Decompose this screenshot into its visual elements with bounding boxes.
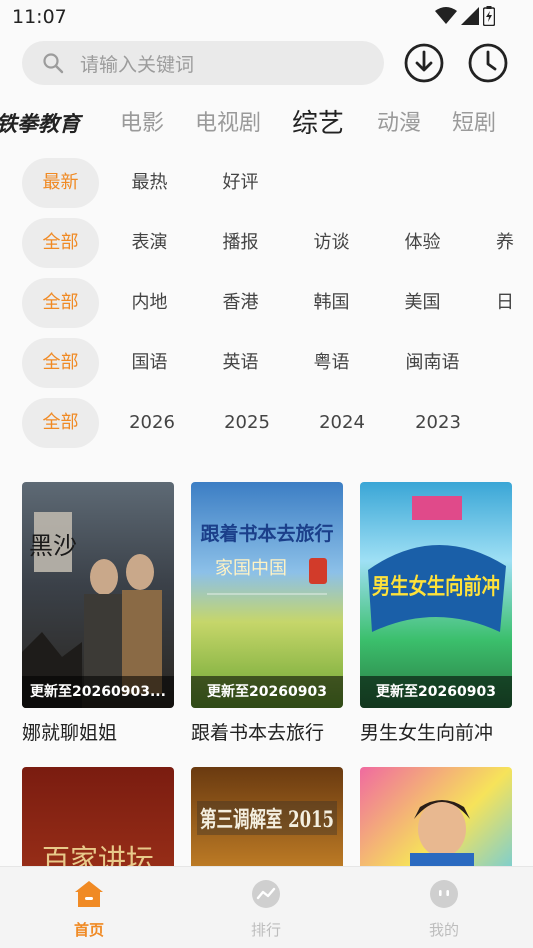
bottom-nav: 首页 排行 我的 [0,866,533,948]
filter-chip[interactable]: 2024 [302,398,382,448]
filter-row-year: 全部 2026 2025 2024 2023 [0,398,533,448]
filter-chip-selected[interactable]: 全部 [22,278,99,328]
battery-icon [483,6,495,26]
filter-chip[interactable]: 英语 [203,338,278,388]
filter-chip[interactable]: 闽南语 [385,338,480,388]
search-placeholder: 请输入关键词 [80,53,195,76]
filter-chip[interactable]: 韩国 [294,278,369,328]
poster-art: 男生女生向前冲 [368,496,506,632]
tab-category-1[interactable]: 电影 [120,106,164,142]
filter-chip[interactable]: 2025 [207,398,287,448]
search-icon [43,53,64,74]
nav-mine[interactable]: 我的 [404,879,484,940]
poster-art: 黑沙 [22,512,162,708]
filter-chip[interactable]: 播报 [203,218,278,268]
filter-chip-selected[interactable]: 最新 [22,158,99,208]
trending-icon [252,880,280,908]
filter-row-sort: 最新 最热 好评 [0,158,533,208]
filter-chip[interactable]: 体验 [385,218,460,268]
tab-category-0[interactable]: 铁拳教育 [0,106,80,142]
filter-chip[interactable]: 国语 [112,338,187,388]
media-card[interactable]: 跟着书本去旅行 家国中国 更新至20260903 跟着书本去旅行 [191,482,343,745]
filter-chip[interactable]: 养 [485,218,525,268]
filter-chip[interactable]: 表演 [112,218,187,268]
poster-title-text: 黑沙 [29,532,77,560]
download-icon[interactable] [404,43,444,83]
screen: 11:07 请输入关键词 铁拳教育 电影 电视剧 综艺 动漫 短剧 最新 最热 … [0,0,533,948]
media-card[interactable]: 男生女生向前冲 更新至20260903 男生女生向前冲 [360,482,512,745]
update-badge: 更新至20260903 [191,676,343,708]
status-icons [435,6,495,26]
poster-image: 跟着书本去旅行 家国中国 更新至20260903 [191,482,343,708]
poster-title-text: 第三调解室 2015 [200,807,334,833]
filter-chip[interactable]: 好评 [203,158,278,208]
filter-row-language: 全部 国语 英语 粤语 闽南语 [0,338,533,388]
tab-category-5[interactable]: 短剧 [452,106,496,142]
filter-chip[interactable]: 访谈 [294,218,369,268]
media-title: 男生女生向前冲 [360,722,494,744]
filter-chip-selected[interactable]: 全部 [22,218,99,268]
update-badge: 更新至20260903... [22,676,174,708]
filter-chip[interactable]: 美国 [385,278,460,328]
status-time: 11:07 [12,6,67,28]
filter-row-region: 全部 内地 香港 韩国 美国 日 [0,278,533,328]
filter-chip[interactable]: 香港 [203,278,278,328]
tab-category-4[interactable]: 动漫 [377,106,421,142]
svg-text:家国中国: 家国中国 [215,558,287,579]
tab-category-3[interactable]: 综艺 [292,106,344,142]
profile-icon [430,880,458,908]
tab-category-2[interactable]: 电视剧 [195,106,261,142]
nav-home-label: 首页 [73,921,104,939]
filter-chip[interactable]: 2023 [398,398,478,448]
signal-icon [461,7,479,25]
filter-chip-selected[interactable]: 全部 [22,398,99,448]
nav-ranking-label: 排行 [250,921,281,939]
filter-chip[interactable]: 最热 [112,158,187,208]
poster-title-text: 男生女生向前冲 [372,574,500,600]
nav-home[interactable]: 首页 [49,879,129,940]
status-bar: 11:07 [0,0,533,36]
poster-image: 男生女生向前冲 更新至20260903 [360,482,512,708]
search-input[interactable]: 请输入关键词 [22,41,384,85]
filter-chip[interactable]: 粤语 [294,338,369,388]
filter-row-genre: 全部 表演 播报 访谈 体验 养 [0,218,533,268]
poster-image: 黑沙 更新至20260903... [22,482,174,708]
media-title: 跟着书本去旅行 [191,722,325,744]
nav-mine-label: 我的 [428,921,459,939]
filter-chip[interactable]: 2026 [112,398,192,448]
filter-chip[interactable]: 内地 [112,278,187,328]
media-card[interactable]: 黑沙 更新至20260903... 娜就聊姐姐 [22,482,174,745]
media-title: 娜就聊姐姐 [22,722,118,744]
nav-ranking[interactable]: 排行 [226,879,306,940]
poster-title-text: 跟着书本去旅行 [200,522,333,545]
category-tabs: 铁拳教育 电影 电视剧 综艺 动漫 短剧 [0,106,533,142]
history-icon[interactable] [468,43,508,83]
update-badge: 更新至20260903 [360,676,512,708]
home-icon [75,881,103,907]
filter-chip-selected[interactable]: 全部 [22,338,99,388]
filter-chip[interactable]: 日 [485,278,525,328]
wifi-icon [435,7,457,24]
poster-art: 跟着书本去旅行 家国中国 [200,522,334,595]
